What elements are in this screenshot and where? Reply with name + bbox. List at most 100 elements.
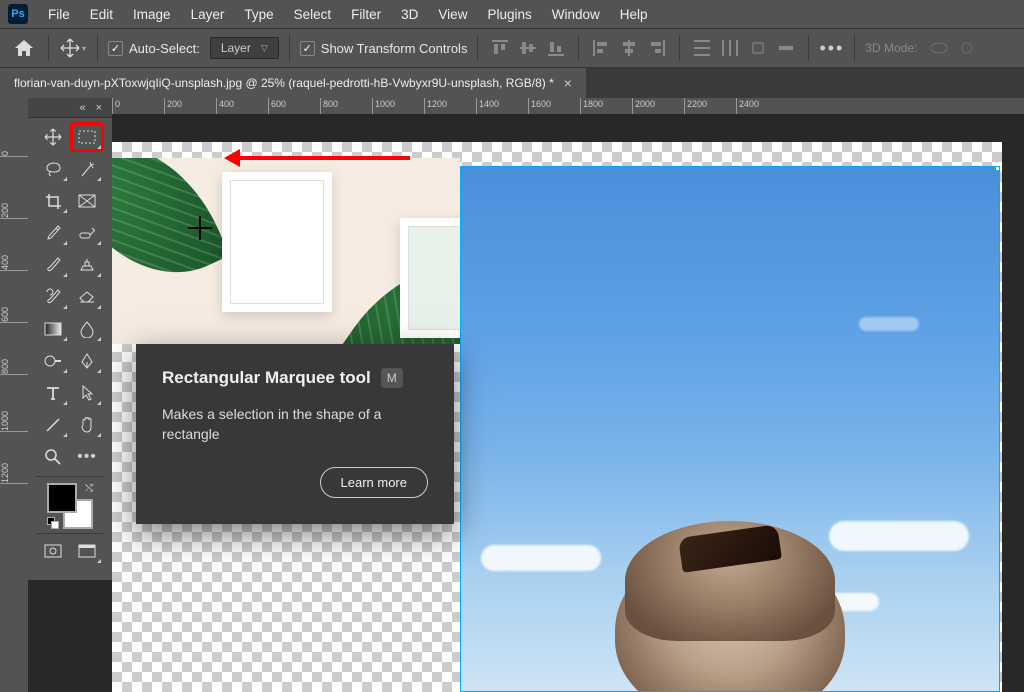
ruler-tick: 1000: [0, 411, 28, 432]
3d-mode-label: 3D Mode:: [865, 41, 917, 55]
dodge-tool[interactable]: [38, 348, 68, 374]
menu-type[interactable]: Type: [234, 3, 283, 26]
frame-tool[interactable]: [72, 188, 102, 214]
eyedropper-tool[interactable]: [38, 220, 68, 246]
canvas[interactable]: Rectangular Marquee tool M Makes a selec…: [112, 114, 1024, 692]
sunglasses: [678, 524, 782, 573]
menu-help[interactable]: Help: [610, 3, 658, 26]
eraser-tool[interactable]: [72, 284, 102, 310]
keyboard-shortcut-badge: M: [381, 368, 403, 388]
move-tool-icon[interactable]: ▾: [59, 34, 87, 62]
magic-wand-tool[interactable]: [72, 156, 102, 182]
blur-tool[interactable]: [72, 316, 102, 342]
menu-file[interactable]: File: [38, 3, 80, 26]
workspace: 020040060080010001200 -400-2000200400600…: [0, 98, 1024, 692]
3d-pan-icon[interactable]: [955, 36, 979, 60]
default-colors-icon[interactable]: [47, 517, 59, 529]
align-bottom-icon[interactable]: [544, 36, 568, 60]
ruler-tick: 2400: [736, 98, 759, 114]
horizontal-ruler[interactable]: -400-20002004006008001000120014001600180…: [28, 98, 1024, 114]
divider: [97, 35, 98, 61]
spot-healing-brush-tool[interactable]: [72, 220, 102, 246]
close-tab-icon[interactable]: ×: [564, 75, 572, 91]
document-tab[interactable]: florian-van-duyn-pXToxwjqIiQ-unsplash.jp…: [0, 68, 586, 98]
zoom-tool[interactable]: [38, 444, 68, 470]
distribute-v-icon[interactable]: [690, 36, 714, 60]
photoshop-logo-icon: Ps: [8, 4, 28, 24]
divider: [289, 35, 290, 61]
vertical-ruler[interactable]: 020040060080010001200: [0, 98, 28, 692]
distribute-3-icon[interactable]: [746, 36, 770, 60]
menu-view[interactable]: View: [428, 3, 477, 26]
type-tool[interactable]: [38, 380, 68, 406]
ruler-tick: 600: [0, 307, 28, 323]
crop-tool[interactable]: [38, 188, 68, 214]
ruler-tick: 1600: [528, 98, 551, 114]
layer-dropdown[interactable]: Layer▽: [210, 37, 279, 59]
distribute-h-icon[interactable]: [718, 36, 742, 60]
ruler-tick: 200: [0, 203, 28, 219]
home-button[interactable]: [10, 34, 38, 62]
tooltip-description: Makes a selection in the shape of a rect…: [162, 404, 428, 445]
ruler-tick: 1200: [0, 463, 28, 484]
3d-orbit-icon[interactable]: [927, 36, 951, 60]
ruler-tick: 2000: [632, 98, 655, 114]
close-panel-icon[interactable]: ×: [96, 102, 102, 114]
menu-window[interactable]: Window: [542, 3, 610, 26]
edit-toolbar-button[interactable]: •••: [72, 444, 102, 470]
rectangular-marquee-tool[interactable]: [72, 124, 102, 150]
photo-layer[interactable]: [460, 166, 1000, 692]
path-selection-tool[interactable]: [72, 380, 102, 406]
more-options-icon[interactable]: •••: [819, 38, 844, 59]
ruler-tick: 1800: [580, 98, 603, 114]
tooltip-title: Rectangular Marquee tool: [162, 368, 371, 388]
history-brush-tool[interactable]: [38, 284, 68, 310]
ruler-tick: 1400: [476, 98, 499, 114]
learn-more-button[interactable]: Learn more: [320, 467, 428, 498]
align-hcenter-icon[interactable]: [617, 36, 641, 60]
color-swatches[interactable]: ⤭: [47, 483, 93, 529]
panel-collapse-strip[interactable]: « ×: [28, 98, 112, 118]
document-tab-bar: florian-van-duyn-pXToxwjqIiQ-unsplash.jp…: [0, 68, 1024, 98]
canvas-column: -400-20002004006008001000120014001600180…: [28, 98, 1024, 692]
tools-panel: ••• ⤭: [28, 118, 112, 580]
move-tool[interactable]: [38, 124, 68, 150]
transform-handle[interactable]: [995, 166, 1000, 171]
align-vcenter-icon[interactable]: [516, 36, 540, 60]
menu-layer[interactable]: Layer: [181, 3, 235, 26]
checkbox-icon: [108, 41, 123, 56]
align-top-icon[interactable]: [488, 36, 512, 60]
ruler-tick: 400: [0, 255, 28, 271]
pen-tool[interactable]: [72, 348, 102, 374]
ruler-tick: 0: [0, 151, 28, 157]
foreground-color[interactable]: [47, 483, 77, 513]
brush-tool[interactable]: [38, 252, 68, 278]
align-left-icon[interactable]: [589, 36, 613, 60]
menu-select[interactable]: Select: [284, 3, 342, 26]
ruler-tick: 0: [112, 98, 120, 114]
show-transform-checkbox[interactable]: Show Transform Controls: [300, 41, 468, 56]
align-group: [488, 36, 568, 60]
crosshair-cursor-icon: [188, 216, 212, 240]
ruler-tick: 2200: [684, 98, 707, 114]
auto-select-label: Auto-Select:: [129, 41, 200, 56]
gradient-tool[interactable]: [38, 316, 68, 342]
distribute-4-icon[interactable]: [774, 36, 798, 60]
auto-select-checkbox[interactable]: Auto-Select:: [108, 41, 200, 56]
swap-colors-icon[interactable]: ⤭: [85, 483, 93, 494]
screen-mode-tool[interactable]: [72, 538, 102, 564]
align-group-h: [589, 36, 669, 60]
line-tool[interactable]: [38, 412, 68, 438]
quick-mask-tool[interactable]: [38, 538, 68, 564]
menu-filter[interactable]: Filter: [341, 3, 391, 26]
align-right-icon[interactable]: [645, 36, 669, 60]
clone-stamp-tool[interactable]: [72, 252, 102, 278]
hand-tool[interactable]: [72, 412, 102, 438]
menu-edit[interactable]: Edit: [80, 3, 123, 26]
menu-image[interactable]: Image: [123, 3, 181, 26]
ruler-tick: 800: [320, 98, 338, 114]
menu-3d[interactable]: 3D: [391, 3, 428, 26]
menu-plugins[interactable]: Plugins: [477, 3, 541, 26]
collapse-icon[interactable]: «: [79, 102, 85, 114]
lasso-tool[interactable]: [38, 156, 68, 182]
